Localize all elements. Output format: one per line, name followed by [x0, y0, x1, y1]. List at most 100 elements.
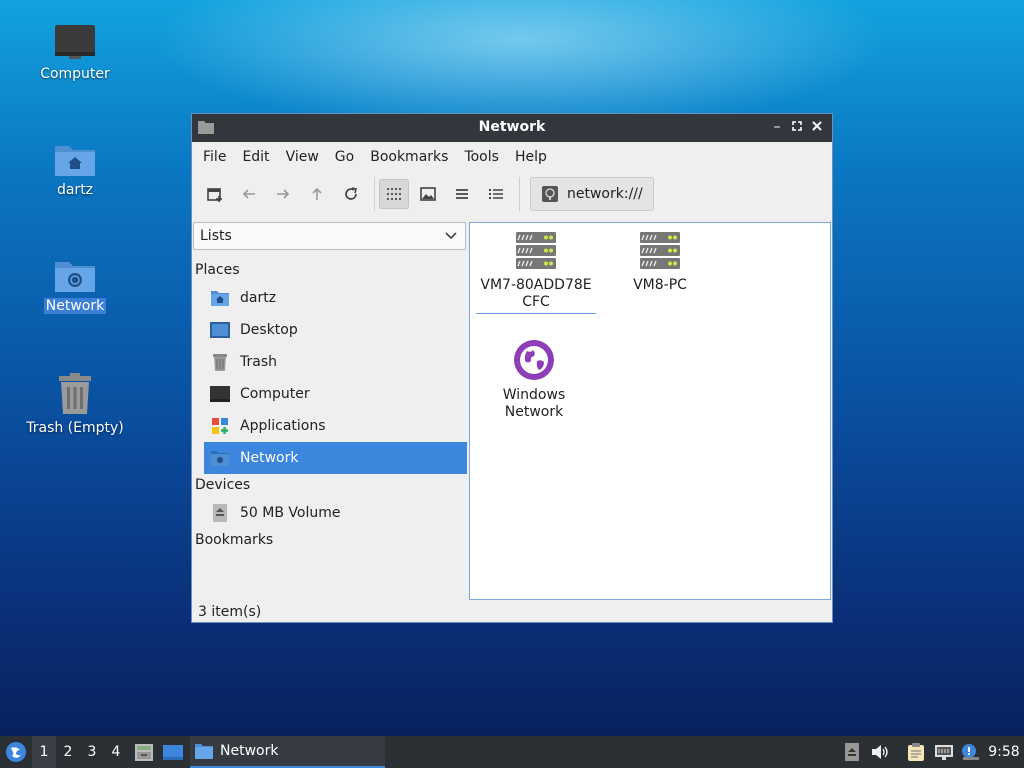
menu-edit[interactable]: Edit	[234, 149, 277, 165]
sidebar-item-label: Applications	[240, 418, 326, 434]
side-pane-mode-value: Lists	[200, 228, 232, 244]
desktop-label: Trash (Empty)	[26, 420, 124, 436]
applications-icon	[212, 418, 228, 434]
clock[interactable]: 9:58	[984, 736, 1024, 768]
back-button[interactable]	[234, 179, 264, 209]
folder-icon	[195, 743, 213, 759]
workspace-4[interactable]: 4	[104, 736, 128, 768]
icon-view-icon	[387, 188, 401, 200]
detailed-list-icon	[489, 189, 503, 199]
tray-notification[interactable]	[958, 736, 982, 768]
show-desktop-button[interactable]	[160, 736, 186, 768]
window-titlebar[interactable]: Network –	[192, 114, 832, 142]
sidebar-item-50mb-volume[interactable]: 50 MB Volume	[204, 497, 467, 529]
taskbar: 1 2 3 4 Network 9:58	[0, 736, 1024, 768]
sidebar-item-label: Network	[240, 450, 299, 466]
sidebar-item-label: 50 MB Volume	[240, 505, 341, 521]
sidebar-item-label: Computer	[240, 386, 310, 402]
file-label: VM7-80ADD78E	[480, 277, 592, 293]
desktop-label: Computer	[40, 66, 110, 82]
menu-tools[interactable]: Tools	[456, 149, 507, 165]
network-icon	[211, 451, 229, 466]
desktop-icon-computer[interactable]: Computer	[20, 22, 130, 82]
volume-icon	[872, 745, 888, 759]
forward-button[interactable]	[268, 179, 298, 209]
workspace-2[interactable]: 2	[56, 736, 80, 768]
start-menu-button[interactable]	[2, 736, 30, 768]
tray-eject[interactable]	[842, 736, 862, 768]
toolbar-separator	[519, 177, 520, 211]
close-button[interactable]	[808, 118, 826, 136]
desktop-icon-network[interactable]: Network	[20, 256, 130, 314]
tray-volume[interactable]	[868, 736, 892, 768]
sidebar-item-label: Trash	[240, 354, 277, 370]
lxqt-logo-icon	[6, 742, 26, 762]
network-wired-icon	[935, 745, 953, 760]
file-item-windows-network[interactable]: Windows Network	[474, 339, 594, 421]
bookmarks-heading: Bookmarks	[195, 532, 274, 548]
menu-help[interactable]: Help	[507, 149, 555, 165]
menu-view[interactable]: View	[278, 149, 327, 165]
network-drive-icon	[542, 186, 558, 202]
sidebar-item-computer[interactable]: Computer	[204, 378, 467, 410]
tray-network[interactable]	[932, 736, 956, 768]
home-folder-icon	[55, 146, 95, 176]
side-pane-mode-select[interactable]: Lists	[193, 222, 466, 250]
file-label: Windows	[502, 387, 566, 403]
tray-clipboard[interactable]	[904, 736, 928, 768]
clipboard-icon	[908, 743, 924, 761]
home-folder-icon	[211, 291, 229, 306]
reload-button[interactable]	[336, 179, 366, 209]
workspace-3[interactable]: 3	[80, 736, 104, 768]
menu-bookmarks[interactable]: Bookmarks	[362, 149, 456, 165]
eject-icon	[845, 743, 859, 761]
thumbnail-view-icon	[420, 187, 436, 201]
thumbnail-view-button[interactable]	[413, 179, 443, 209]
file-manager-window: Network – File Edit View Go Bookmarks To…	[191, 113, 833, 623]
file-item-vm7[interactable]: VM7-80ADD78E CFC	[476, 231, 596, 314]
desktop-label: Network	[43, 298, 107, 314]
compact-view-icon	[456, 189, 468, 199]
task-button-network[interactable]: Network	[190, 736, 385, 768]
forward-icon	[277, 189, 290, 199]
sidebar-item-trash[interactable]: Trash	[204, 346, 467, 378]
location-path-button[interactable]: network:///	[530, 177, 654, 211]
quicklaunch-files[interactable]	[132, 736, 156, 768]
window-title: Network	[478, 119, 546, 135]
task-label: Network	[220, 743, 279, 759]
sidebar-item-applications[interactable]: Applications	[204, 410, 467, 442]
path-text: network:///	[567, 186, 643, 202]
workspace-1[interactable]: 1	[32, 736, 56, 768]
desktop-icon	[163, 745, 183, 760]
minimize-button[interactable]: –	[768, 118, 786, 136]
compact-view-button[interactable]	[447, 179, 477, 209]
new-tab-button[interactable]	[200, 179, 230, 209]
globe-icon	[514, 340, 554, 380]
server-icon	[516, 232, 556, 269]
desktop-icon-home[interactable]: dartz	[20, 140, 130, 198]
up-button[interactable]	[302, 179, 332, 209]
status-bar: 3 item(s)	[198, 604, 262, 620]
detailed-list-button[interactable]	[481, 179, 511, 209]
notification-icon	[962, 744, 979, 760]
menu-bar: File Edit View Go Bookmarks Tools Help	[192, 142, 832, 172]
maximize-button[interactable]	[788, 118, 806, 136]
desktop-icon-trash[interactable]: Trash (Empty)	[20, 372, 130, 436]
menu-go[interactable]: Go	[327, 149, 362, 165]
sidebar-item-network[interactable]: Network	[204, 442, 467, 474]
computer-icon	[55, 25, 95, 59]
sidebar-item-home[interactable]: dartz	[204, 282, 467, 314]
sidebar-item-label: Desktop	[240, 322, 298, 338]
sidebar-item-desktop[interactable]: Desktop	[204, 314, 467, 346]
trash-icon	[59, 373, 91, 414]
file-item-vm8[interactable]: VM8-PC	[600, 231, 720, 294]
reload-icon	[345, 187, 357, 200]
file-view[interactable]: VM7-80ADD78E CFC VM8-PC Windows Network	[469, 222, 831, 600]
menu-file[interactable]: File	[195, 149, 234, 165]
toolbar-separator	[374, 177, 375, 211]
file-label: CFC	[522, 294, 550, 310]
new-tab-icon	[207, 188, 222, 202]
icon-view-button[interactable]	[379, 179, 409, 209]
file-cabinet-icon	[135, 744, 153, 761]
file-label: Network	[504, 404, 564, 420]
